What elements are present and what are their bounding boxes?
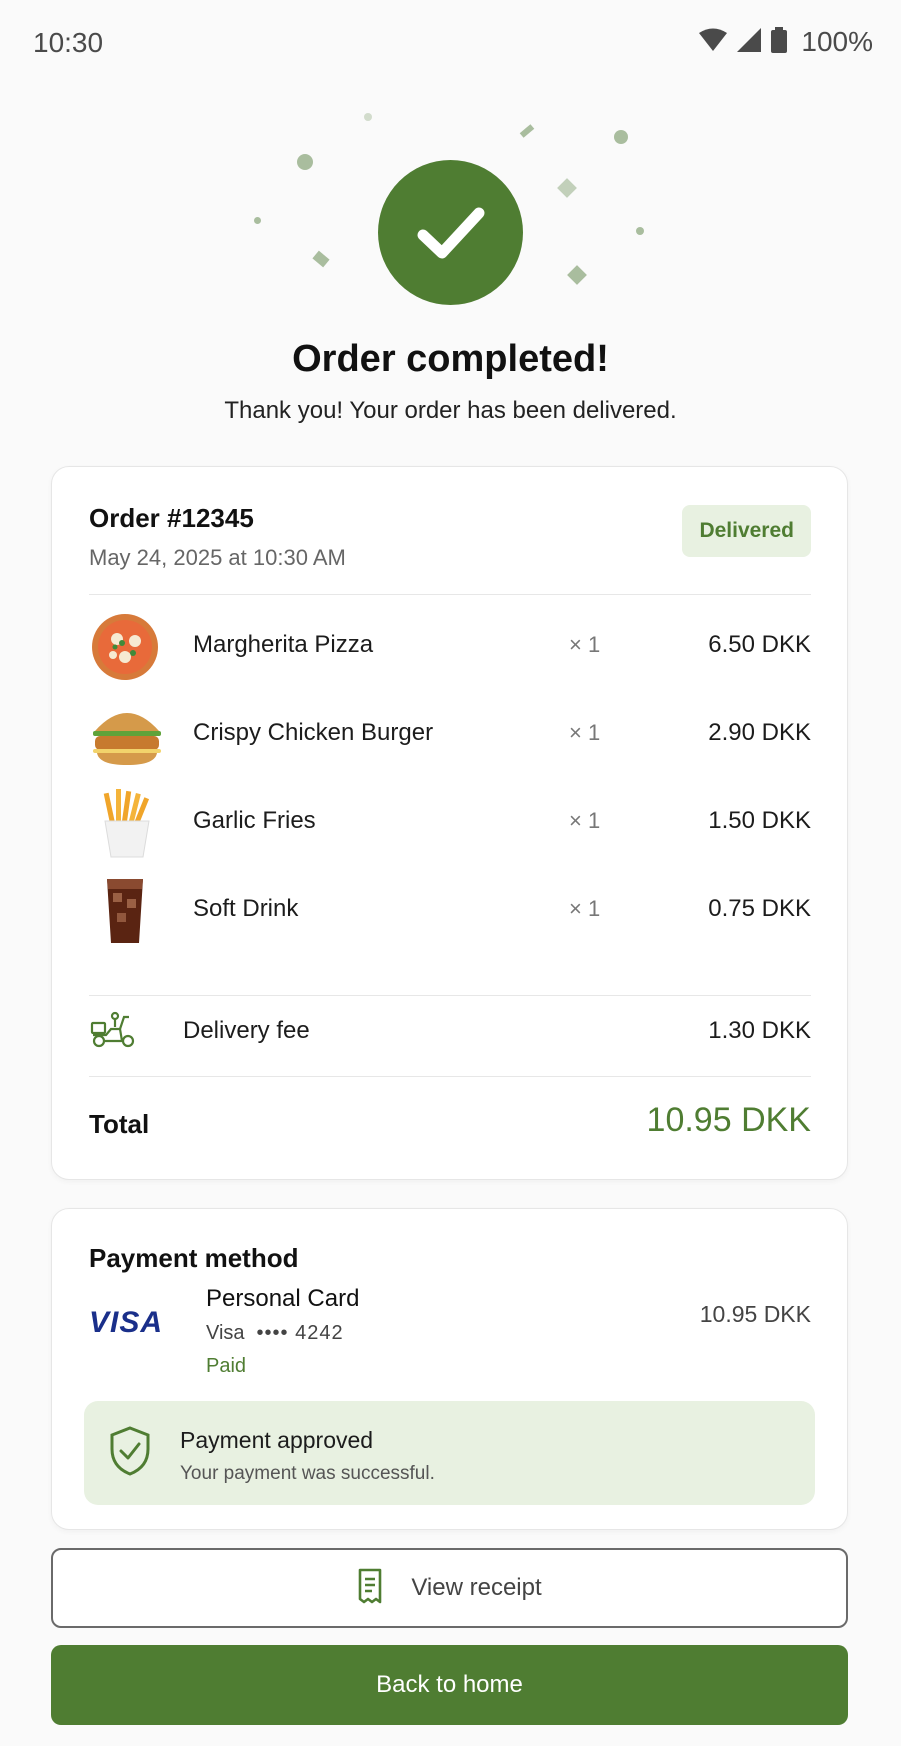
pizza-icon bbox=[89, 611, 165, 683]
item-price: 6.50 DKK bbox=[708, 631, 811, 658]
checkmark-icon bbox=[417, 207, 484, 258]
drink-icon bbox=[89, 875, 165, 947]
view-receipt-label: View receipt bbox=[411, 1574, 542, 1601]
confetti-piece bbox=[557, 178, 577, 198]
item-qty: × 1 bbox=[569, 896, 601, 921]
page-title: Order completed! bbox=[292, 338, 609, 380]
order-date: May 24, 2025 at 10:30 AM bbox=[89, 545, 346, 570]
back-to-home-label: Back to home bbox=[376, 1671, 523, 1698]
card-brand: Visa bbox=[206, 1322, 245, 1344]
divider bbox=[89, 1076, 811, 1077]
confetti-piece bbox=[364, 113, 372, 121]
visa-logo-icon: VISA bbox=[89, 1306, 164, 1339]
confetti-piece bbox=[567, 265, 587, 285]
view-receipt-button[interactable]: View receipt bbox=[51, 1548, 848, 1628]
confetti-piece bbox=[636, 227, 644, 235]
order-item: Soft Drink × 1 0.75 DKK bbox=[89, 871, 811, 951]
item-name: Garlic Fries bbox=[193, 807, 316, 834]
order-item: Crispy Chicken Burger × 1 2.90 DKK bbox=[89, 695, 811, 775]
shield-check-icon bbox=[108, 1425, 152, 1482]
card-masked-number: •••• 4242 bbox=[256, 1322, 344, 1344]
wifi-icon bbox=[699, 28, 728, 57]
order-summary-card: Order #12345 May 24, 2025 at 10:30 AM De… bbox=[51, 466, 848, 1180]
success-hero bbox=[0, 110, 901, 430]
battery-icon bbox=[771, 26, 788, 58]
approved-subtitle: Your payment was successful. bbox=[180, 1463, 435, 1484]
total-label: Total bbox=[89, 1109, 150, 1139]
approved-title: Payment approved bbox=[180, 1427, 374, 1453]
confetti-piece bbox=[297, 154, 313, 170]
order-item: Margherita Pizza × 1 6.50 DKK bbox=[89, 607, 811, 687]
confetti-piece bbox=[614, 130, 628, 144]
back-to-home-button[interactable]: Back to home bbox=[51, 1645, 848, 1725]
item-price: 0.75 DKK bbox=[708, 895, 811, 922]
delivery-fee-price: 1.30 DKK bbox=[708, 1017, 811, 1044]
item-name: Crispy Chicken Burger bbox=[193, 719, 434, 746]
delivery-fee-label: Delivery fee bbox=[183, 1017, 310, 1044]
status-badge: Delivered bbox=[682, 505, 811, 557]
order-number: Order #12345 bbox=[89, 503, 254, 533]
payment-approved-banner: Payment approved Your payment was succes… bbox=[84, 1401, 815, 1505]
confetti-piece bbox=[312, 250, 330, 268]
signal-icon bbox=[737, 27, 762, 57]
item-price: 2.90 DKK bbox=[708, 719, 811, 746]
item-qty: × 1 bbox=[569, 632, 601, 657]
status-time: 10:30 bbox=[33, 27, 104, 58]
item-qty: × 1 bbox=[569, 720, 601, 745]
burger-icon bbox=[89, 699, 165, 771]
item-name: Margherita Pizza bbox=[193, 631, 374, 658]
payment-method-card: Payment method VISA Personal Card Visa ••… bbox=[51, 1208, 848, 1530]
page-subtitle: Thank you! Your order has been delivered… bbox=[224, 397, 677, 424]
success-check bbox=[378, 160, 523, 305]
receipt-icon bbox=[357, 1568, 383, 1609]
confetti-piece bbox=[519, 124, 535, 138]
payment-amount: 10.95 DKK bbox=[699, 1301, 811, 1327]
item-name: Soft Drink bbox=[193, 895, 299, 922]
payment-title: Payment method bbox=[89, 1243, 299, 1273]
order-item: Garlic Fries × 1 1.50 DKK bbox=[89, 783, 811, 863]
card-name: Personal Card bbox=[206, 1285, 360, 1312]
item-price: 1.50 DKK bbox=[708, 807, 811, 834]
item-qty: × 1 bbox=[569, 808, 601, 833]
fries-icon bbox=[89, 787, 165, 859]
divider bbox=[89, 594, 811, 595]
total-value: 10.95 DKK bbox=[646, 1101, 811, 1139]
battery-percent: 100% bbox=[801, 26, 873, 57]
delivery-fee-row: Delivery fee 1.30 DKK bbox=[89, 995, 811, 1065]
card-details: Visa •••• 4242 bbox=[206, 1322, 344, 1345]
payment-status: Paid bbox=[206, 1355, 247, 1377]
confetti-piece bbox=[254, 217, 261, 224]
status-icons: 100% bbox=[699, 26, 873, 58]
scooter-icon bbox=[89, 1009, 137, 1054]
status-bar: 10:30 100% bbox=[0, 0, 901, 90]
